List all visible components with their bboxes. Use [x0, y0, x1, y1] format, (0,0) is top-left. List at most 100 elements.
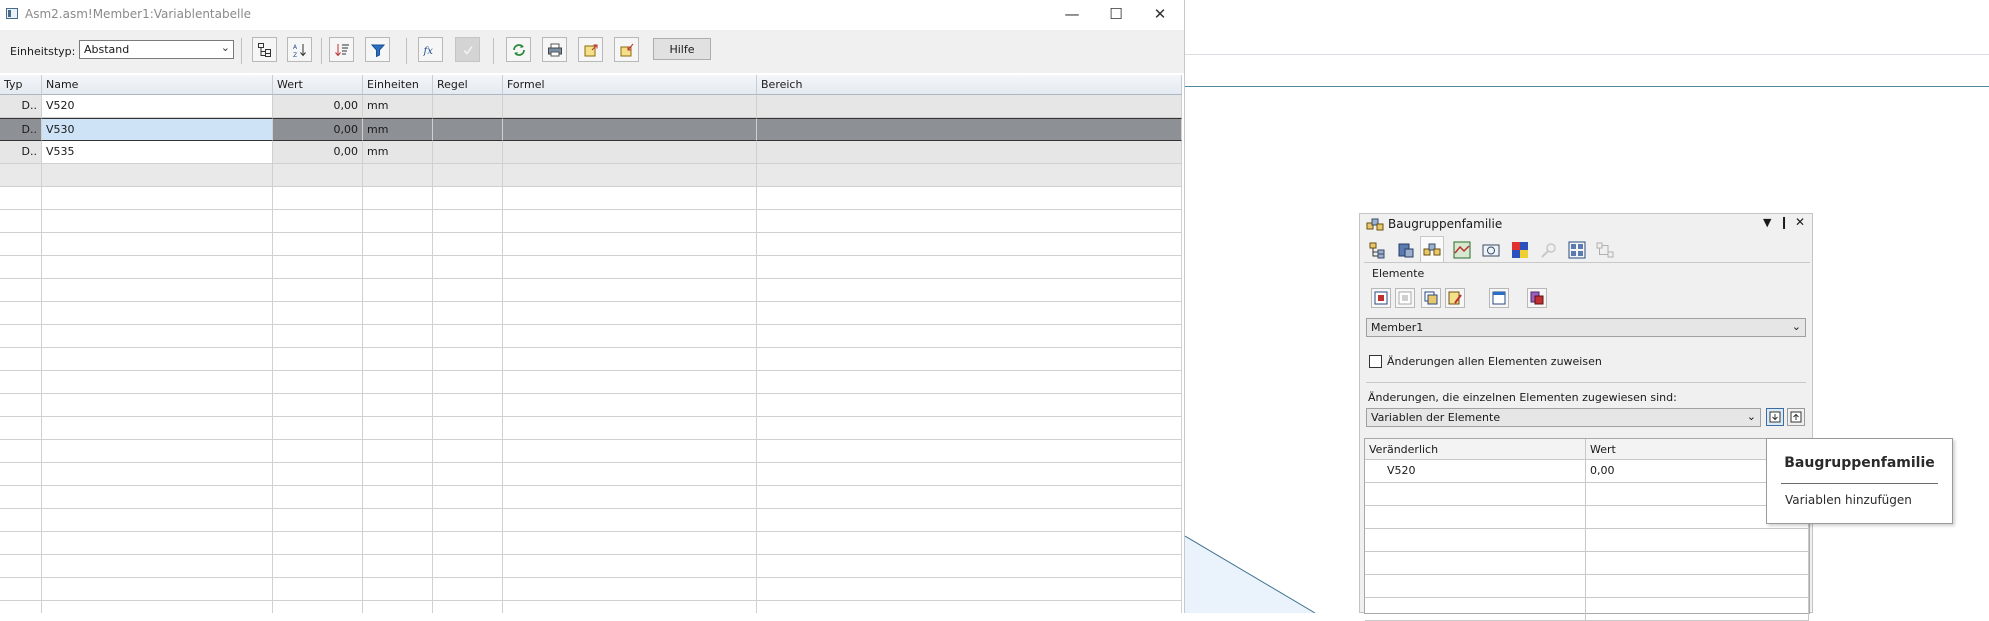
tree-view-button[interactable]	[252, 37, 277, 62]
member-select[interactable]: Member1 ⌄	[1366, 318, 1806, 337]
sort-button[interactable]	[329, 37, 354, 62]
empty-cell	[273, 187, 363, 210]
help-button[interactable]: Hilfe	[653, 38, 711, 60]
empty-cell	[0, 279, 42, 302]
cell-name[interactable]: V535	[42, 141, 273, 164]
empty-cell	[0, 440, 42, 463]
empty-row	[1365, 552, 1809, 575]
empty-cell	[0, 555, 42, 578]
cell-bereich[interactable]	[757, 141, 1182, 164]
tab-assembly-family[interactable]	[1420, 236, 1444, 263]
column-header-bereich[interactable]: Bereich	[757, 75, 1182, 95]
cell-wert[interactable]: 0,00	[273, 141, 363, 164]
print-button[interactable]	[542, 37, 567, 62]
delete-member-button[interactable]	[1395, 288, 1415, 308]
empty-cell	[42, 348, 273, 371]
empty-cell	[0, 233, 42, 256]
cell-bereich[interactable]	[757, 95, 1182, 118]
member-table-button[interactable]	[1489, 288, 1509, 308]
refresh-button[interactable]	[506, 37, 531, 62]
export-button[interactable]	[578, 37, 603, 62]
empty-cell	[503, 371, 757, 394]
cell-regel[interactable]	[433, 95, 503, 118]
new-member-button[interactable]	[1371, 288, 1391, 308]
import-button[interactable]	[614, 37, 639, 62]
tab-parts[interactable]	[1395, 239, 1417, 261]
add-variables-button[interactable]	[1766, 408, 1784, 426]
empty-row	[0, 348, 1182, 371]
empty-cell	[42, 440, 273, 463]
cell-typ: D..	[0, 141, 42, 164]
toolbar: Einheitstyp: Abstand ⌄ AZ fx Hilfe	[0, 30, 1184, 73]
panel-title-bar[interactable]: Baugruppenfamilie ▼ ❙ ✕	[1360, 214, 1812, 234]
formula-button[interactable]: fx	[418, 37, 443, 62]
variable-table: Typ Name Wert Einheiten Regel Formel Bereich D…	[0, 75, 1182, 613]
pin-icon[interactable]: ❙	[1779, 215, 1789, 229]
empty-cell	[757, 509, 1182, 532]
member-properties-button[interactable]	[1527, 288, 1547, 308]
title-bar[interactable]: Asm2.asm!Member1:Variablentabelle — ☐ ✕	[0, 0, 1184, 30]
sort-az-button[interactable]: AZ	[287, 37, 312, 62]
member-variable-row[interactable]: V520 0,00	[1365, 460, 1809, 483]
new-variable-row[interactable]	[0, 164, 1182, 187]
cell-formel[interactable]	[503, 118, 757, 141]
assembly-family-icon	[1366, 218, 1384, 231]
column-header-regel[interactable]: Regel	[433, 75, 503, 95]
unit-type-select[interactable]: Abstand ⌄	[79, 40, 234, 59]
empty-cell	[0, 417, 42, 440]
tab-structure[interactable]	[1366, 239, 1388, 261]
cell-formel[interactable]	[503, 95, 757, 118]
cell-regel[interactable]	[433, 118, 503, 141]
table-row[interactable]: D.. V530 0,00 mm	[0, 118, 1182, 141]
cell-regel[interactable]	[433, 141, 503, 164]
filter-button[interactable]	[365, 37, 390, 62]
member-cell-name[interactable]: V520	[1365, 460, 1586, 483]
search-icon	[1541, 243, 1556, 258]
assign-all-checkbox[interactable]	[1369, 355, 1382, 368]
remove-variables-button[interactable]	[1787, 408, 1805, 426]
empty-row	[0, 532, 1182, 555]
tab-views[interactable]	[1480, 239, 1502, 261]
accept-button[interactable]	[455, 37, 480, 62]
tab-configurations[interactable]	[1566, 239, 1588, 261]
empty-cell	[503, 187, 757, 210]
cell-formel[interactable]	[503, 141, 757, 164]
rename-member-button[interactable]	[1445, 288, 1465, 308]
member-grid-header-name[interactable]: Veränderlich	[1365, 439, 1586, 460]
minimize-button[interactable]: —	[1050, 0, 1094, 28]
empty-cell	[273, 532, 363, 555]
close-icon[interactable]: ✕	[1795, 215, 1805, 229]
empty-row	[1365, 529, 1809, 552]
cell-wert[interactable]: 0,00	[273, 118, 363, 141]
maximize-button[interactable]: ☐	[1094, 0, 1138, 28]
empty-cell	[433, 164, 503, 187]
tab-appearance[interactable]	[1509, 239, 1531, 261]
table-row[interactable]: D.. V535 0,00 mm	[0, 141, 1182, 164]
column-header-formel[interactable]: Formel	[503, 75, 757, 95]
close-button[interactable]: ✕	[1138, 0, 1182, 28]
tab-search[interactable]	[1538, 239, 1560, 261]
column-header-typ[interactable]: Typ	[0, 75, 42, 95]
empty-cell	[0, 463, 42, 486]
cell-wert[interactable]: 0,00	[273, 95, 363, 118]
cell-bereich[interactable]	[757, 118, 1182, 141]
parts-icon	[1398, 243, 1414, 258]
copy-member-button[interactable]	[1421, 288, 1441, 308]
table-row[interactable]: D.. V520 0,00 mm	[0, 95, 1182, 118]
changes-type-select[interactable]: Variablen der Elemente ⌄	[1366, 408, 1761, 427]
cell-name[interactable]: V520	[42, 95, 273, 118]
column-header-wert[interactable]: Wert	[273, 75, 363, 95]
empty-cell	[757, 440, 1182, 463]
empty-cell	[1365, 575, 1586, 598]
empty-cell	[363, 509, 433, 532]
empty-row	[0, 279, 1182, 302]
cell-name[interactable]: V530	[42, 118, 273, 141]
empty-cell	[757, 555, 1182, 578]
column-header-einheiten[interactable]: Einheiten	[363, 75, 433, 95]
empty-cell	[1586, 552, 1809, 575]
tab-layers[interactable]	[1451, 239, 1473, 261]
column-header-name[interactable]: Name	[42, 75, 273, 95]
panel-menu-icon[interactable]: ▼	[1763, 216, 1771, 229]
layers-icon	[1453, 241, 1471, 259]
tab-relations[interactable]	[1594, 239, 1616, 261]
